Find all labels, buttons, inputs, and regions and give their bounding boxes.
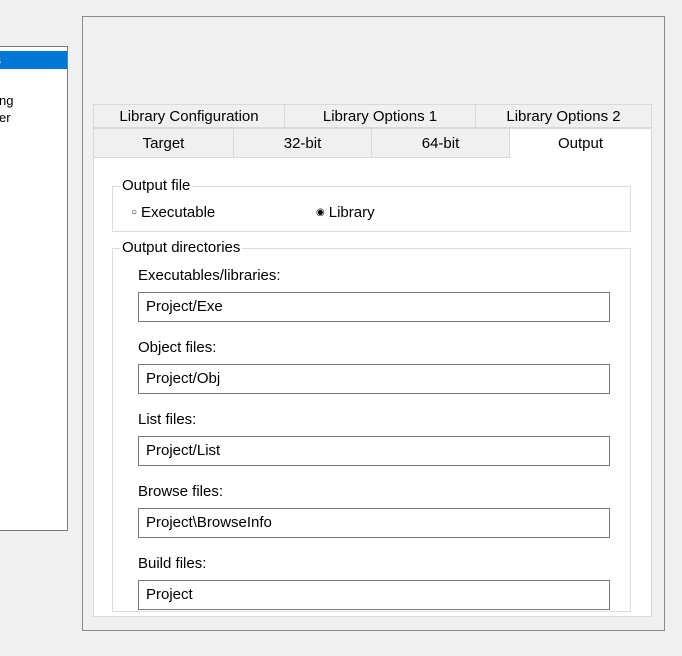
category-item-selected[interactable]: s (0, 51, 67, 69)
tab-library-options-2[interactable]: Library Options 2 (475, 104, 652, 128)
tab-output[interactable]: Output (509, 128, 652, 158)
tab-row-back: Library Configuration Library Options 1 … (93, 104, 652, 128)
tab-target[interactable]: Target (93, 128, 233, 158)
category-list[interactable]: s ng er (0, 46, 68, 531)
list-files-input[interactable]: Project/List (138, 436, 610, 466)
tab-library-configuration[interactable]: Library Configuration (93, 104, 284, 128)
output-file-group: Output file ○ Executable ◉ Library (112, 177, 631, 232)
radio-library[interactable]: ◉ Library (316, 204, 375, 224)
tab-32-bit[interactable]: 32-bit (233, 128, 371, 158)
category-item-label: s (0, 53, 1, 67)
category-item[interactable]: er (0, 110, 11, 125)
radio-selected-icon: ◉ (316, 207, 325, 218)
list-files-label: List files: (138, 411, 197, 428)
browse-files-label: Browse files: (138, 483, 224, 500)
executables-libraries-label: Executables/libraries: (138, 267, 281, 284)
executables-libraries-input[interactable]: Project/Exe (138, 292, 610, 322)
radio-unselected-icon: ○ (131, 207, 138, 218)
radio-executable[interactable]: ○ Executable (131, 204, 215, 224)
tab-64-bit[interactable]: 64-bit (371, 128, 509, 158)
browse-files-input[interactable]: Project\BrowseInfo (138, 508, 610, 538)
tab-row-front: Target 32-bit 64-bit Output (93, 128, 652, 158)
object-files-label: Object files: (138, 339, 217, 356)
build-files-label: Build files: (138, 555, 207, 572)
output-file-legend: Output file (120, 177, 193, 195)
object-files-input[interactable]: Project/Obj (138, 364, 610, 394)
tab-library-options-1[interactable]: Library Options 1 (284, 104, 475, 128)
output-tab-content: Output file ○ Executable ◉ Library Output … (93, 158, 652, 617)
output-directories-legend: Output directories (120, 239, 243, 257)
radio-executable-label: Executable (141, 204, 216, 221)
radio-library-label: Library (328, 204, 375, 221)
build-files-input[interactable]: Project (138, 580, 610, 610)
category-item[interactable]: ng (0, 93, 13, 108)
